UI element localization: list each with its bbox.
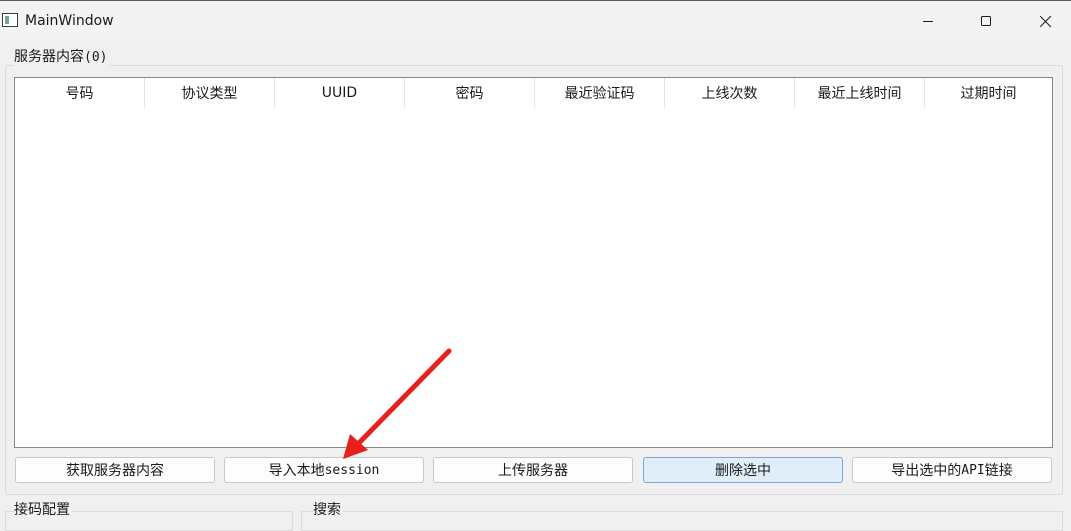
column-header-protocol-type[interactable]: 协议类型 — [145, 78, 275, 108]
export-button-label-api: API — [961, 462, 985, 478]
import-button-label-suffix: session — [324, 462, 380, 478]
upload-server-button[interactable]: 上传服务器 — [433, 457, 633, 483]
upload-button-label: 上传服务器 — [498, 463, 568, 479]
search-group — [301, 511, 1063, 531]
column-header-password[interactable]: 密码 — [405, 78, 535, 108]
export-button-label-suffix: 链接 — [984, 463, 1013, 479]
export-api-link-button[interactable]: 导出选中的 API 链接 — [852, 457, 1052, 483]
app-window-icon — [2, 13, 18, 27]
import-local-session-button[interactable]: 导入本地 session — [224, 457, 424, 483]
search-group-title: 搜索 — [313, 501, 343, 519]
delete-button-label: 删除选中 — [715, 463, 771, 479]
export-button-label-prefix: 导出选中的 — [891, 463, 962, 479]
column-header-expire-time[interactable]: 过期时间 — [925, 78, 1052, 108]
title-bar: MainWindow — [0, 0, 1071, 41]
close-button[interactable] — [1016, 1, 1071, 41]
fetch-button-label: 获取服务器内容 — [66, 463, 164, 479]
import-button-label-prefix: 导入本地 — [268, 463, 325, 479]
group-title-label: 服务器内容 — [14, 49, 84, 65]
close-icon — [1039, 15, 1052, 28]
main-window: MainWindow 服务器内容(0) 号码 协议类型 UUID 密码 最近验证… — [0, 0, 1071, 531]
server-content-group-title: 服务器内容(0) — [14, 48, 110, 67]
window-title: MainWindow — [25, 13, 114, 29]
column-header-latest-code[interactable]: 最近验证码 — [535, 78, 665, 108]
minimize-button[interactable] — [899, 1, 957, 41]
receive-config-group-title: 接码配置 — [14, 501, 72, 519]
group-title-count: (0) — [84, 50, 108, 65]
maximize-icon — [981, 16, 991, 26]
column-header-uuid[interactable]: UUID — [275, 78, 405, 108]
column-header-number[interactable]: 号码 — [15, 78, 145, 108]
minimize-icon — [923, 20, 933, 22]
column-header-last-online-time[interactable]: 最近上线时间 — [795, 78, 925, 108]
table-header: 号码 协议类型 UUID 密码 最近验证码 上线次数 最近上线时间 过期时间 — [15, 78, 1052, 108]
maximize-button[interactable] — [957, 1, 1015, 41]
fetch-server-content-button[interactable]: 获取服务器内容 — [15, 457, 215, 483]
column-header-online-count[interactable]: 上线次数 — [665, 78, 795, 108]
server-content-table[interactable]: 号码 协议类型 UUID 密码 最近验证码 上线次数 最近上线时间 过期时间 — [14, 77, 1053, 448]
delete-selected-button[interactable]: 删除选中 — [643, 457, 843, 483]
